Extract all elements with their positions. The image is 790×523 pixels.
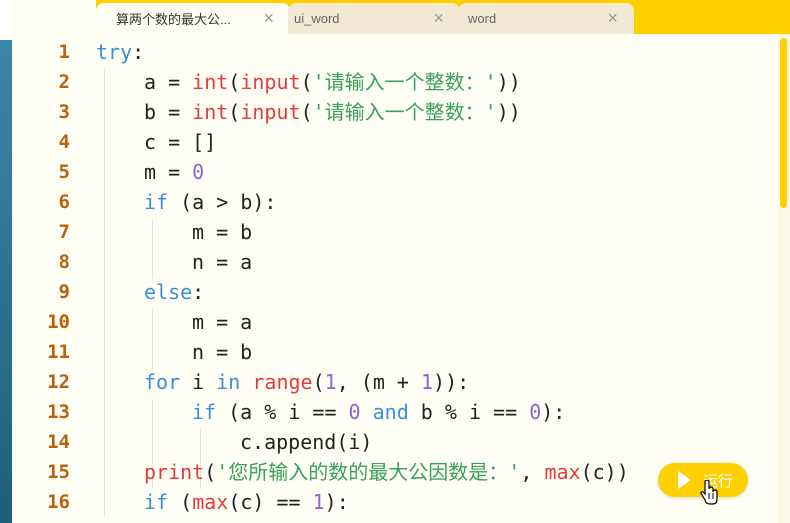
line-number: 8: [58, 251, 70, 273]
tab-label: word: [468, 11, 497, 26]
line-number: 14: [47, 431, 70, 453]
indent-guide: [152, 219, 153, 279]
indent-guide: [104, 69, 105, 517]
desktop-edge: [0, 0, 12, 523]
line-number: 1: [58, 41, 70, 63]
line-number: 15: [47, 461, 70, 483]
vertical-scrollbar[interactable]: [778, 34, 790, 523]
code-line: print('您所输入的数的最大公因数是：', max(c)): [144, 460, 629, 484]
code-line: if (a > b):: [144, 190, 277, 214]
code-area[interactable]: 1 2 3 4 5 6 7 8 9 10 11 12 13 14 15 16 t…: [12, 34, 778, 523]
code-line: c = []: [144, 130, 217, 154]
code-line: m = a: [192, 310, 253, 334]
tab-ui-word[interactable]: ui_word ×: [288, 3, 460, 34]
line-number: 13: [47, 401, 70, 423]
code-line: n = a: [192, 250, 253, 274]
code-line: if (max(c) == 1):: [144, 490, 349, 514]
tab-label: ui_word: [294, 11, 340, 26]
code-line: m = b: [192, 220, 253, 244]
close-icon[interactable]: ×: [433, 9, 444, 27]
line-number: 4: [58, 131, 70, 153]
code-line: m = 0: [144, 160, 205, 184]
hand-cursor-icon: [700, 480, 718, 505]
code-line: n = b: [192, 340, 253, 364]
tab-bar-spacer: [0, 0, 96, 34]
tab-word[interactable]: word ×: [458, 3, 634, 34]
line-number: 6: [58, 191, 70, 213]
line-number: 3: [58, 101, 70, 123]
code-line: for i in range(1, (m + 1)):: [144, 370, 470, 394]
line-number: 9: [58, 281, 70, 303]
code-line: a = int(input('请输入一个整数：')): [144, 70, 521, 94]
line-number: 7: [58, 221, 70, 243]
code-line: b = int(input('请输入一个整数：')): [144, 100, 521, 124]
code-line: c.append(i): [240, 430, 373, 454]
line-number: 11: [47, 341, 70, 363]
scrollbar-thumb[interactable]: [780, 38, 787, 208]
close-icon[interactable]: ×: [263, 9, 274, 27]
indent-guide: [152, 309, 153, 369]
code-editor-window: 算两个数的最大公... × ui_word × word × 1 2 3 4 5…: [0, 0, 790, 523]
line-number: 2: [58, 71, 70, 93]
code-line: else:: [144, 280, 205, 304]
close-icon[interactable]: ×: [607, 9, 618, 27]
line-number: 5: [58, 161, 70, 183]
line-number: 12: [47, 371, 70, 393]
tab-bar: 算两个数的最大公... × ui_word × word ×: [0, 0, 790, 34]
line-number: 16: [47, 491, 70, 513]
tab-active-file[interactable]: 算两个数的最大公... ×: [96, 3, 290, 34]
code-line: if (a % i == 0 and b % i == 0):: [192, 400, 566, 424]
line-number: 10: [47, 311, 70, 333]
tab-label: 算两个数的最大公...: [116, 12, 231, 27]
code-line: try:: [96, 40, 145, 64]
play-icon: [678, 471, 691, 489]
